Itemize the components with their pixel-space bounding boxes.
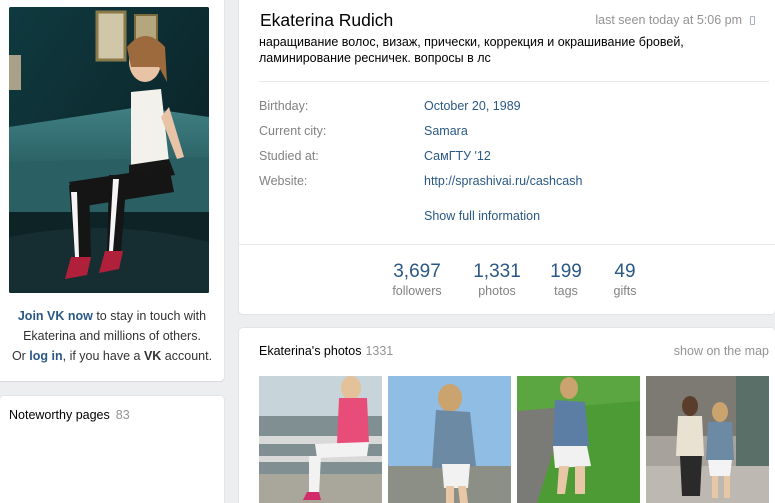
photo-thumbnail[interactable] [259,376,382,503]
birthday-link[interactable]: October 20, 1989 [424,99,521,113]
profile-photo[interactable] [9,7,209,293]
divider [259,81,769,82]
photos-card: Ekaterina's photos 1331 show on the map [239,328,775,503]
noteworthy-pages-count: 83 [115,408,130,422]
log-in-link[interactable]: log in [29,349,62,363]
show-full-information-link[interactable]: Show full information [424,209,540,223]
photo-thumbnail-image [388,376,511,503]
website-link[interactable]: http://sprashivai.ru/cashcash [424,174,582,188]
join-vk-link[interactable]: Join VK now [18,309,93,323]
photos-header[interactable]: Ekaterina's photos 1331 [259,344,393,358]
gifts-counter[interactable]: 49 gifts [607,262,643,300]
join-vk-prompt: Join VK now to stay in touch with Ekater… [0,306,224,366]
noteworthy-pages-header[interactable]: Noteworthy pages 83 [9,408,130,422]
join-text: to stay in touch with [92,309,207,323]
join-account: account. [161,349,213,363]
profile-name: Ekaterina Rudich [260,10,394,30]
profile-avatar-card: Join VK now to stay in touch with Ekater… [0,0,224,381]
profile-counters: 3,697 followers 1,331 photos 199 tags 49… [239,262,775,302]
info-label: Studied at: [259,149,319,163]
photo-thumbnail-image [259,376,382,503]
followers-counter[interactable]: 3,697 followers [389,262,445,300]
join-text-line2: Ekaterina and millions of others. [23,329,201,343]
last-seen-status: last seen today at 5:06 pm [595,13,755,27]
photo-thumbnail-image [517,376,640,503]
noteworthy-pages-label: Noteworthy pages [9,408,110,422]
mobile-phone-icon [750,16,755,25]
noteworthy-pages-card: Noteworthy pages 83 [0,396,224,503]
counter-number: 3,697 [393,261,441,282]
info-label: Current city: [259,124,327,138]
photos-title: Ekaterina's photos [259,344,362,358]
join-or: Or [11,349,30,363]
counter-number: 1,331 [473,261,521,282]
photo-thumbnail[interactable] [517,376,640,503]
university-link[interactable]: СамГТУ '12 [424,149,491,163]
profile-photo-image [9,7,209,293]
counter-number: 199 [550,261,582,282]
profile-info-card: Ekaterina Rudich last seen today at 5:06… [239,0,775,314]
divider [239,244,775,245]
last-seen-text: last seen today at 5:06 pm [595,13,742,27]
counter-label: photos [478,284,516,298]
photo-thumbnail[interactable] [646,376,769,503]
photo-thumbnail-image [646,376,769,503]
counter-label: tags [554,284,578,298]
photos-counter[interactable]: 1,331 photos [469,262,525,300]
vk-brand: VK [143,349,162,363]
photos-count: 1331 [365,344,394,358]
city-link[interactable]: Samara [424,124,468,138]
counter-number: 49 [614,261,636,282]
info-label: Website: [259,174,308,188]
show-on-map-link[interactable]: show on the map [674,344,769,358]
info-label: Birthday: [259,99,309,113]
counter-label: followers [392,284,442,298]
photo-thumbnail[interactable] [388,376,511,503]
tags-counter[interactable]: 199 tags [545,262,587,300]
counter-label: gifts [613,284,637,298]
profile-status-text: наращивание волос, визаж, прически, корр… [259,35,684,65]
join-if: , if you have a [62,349,144,363]
